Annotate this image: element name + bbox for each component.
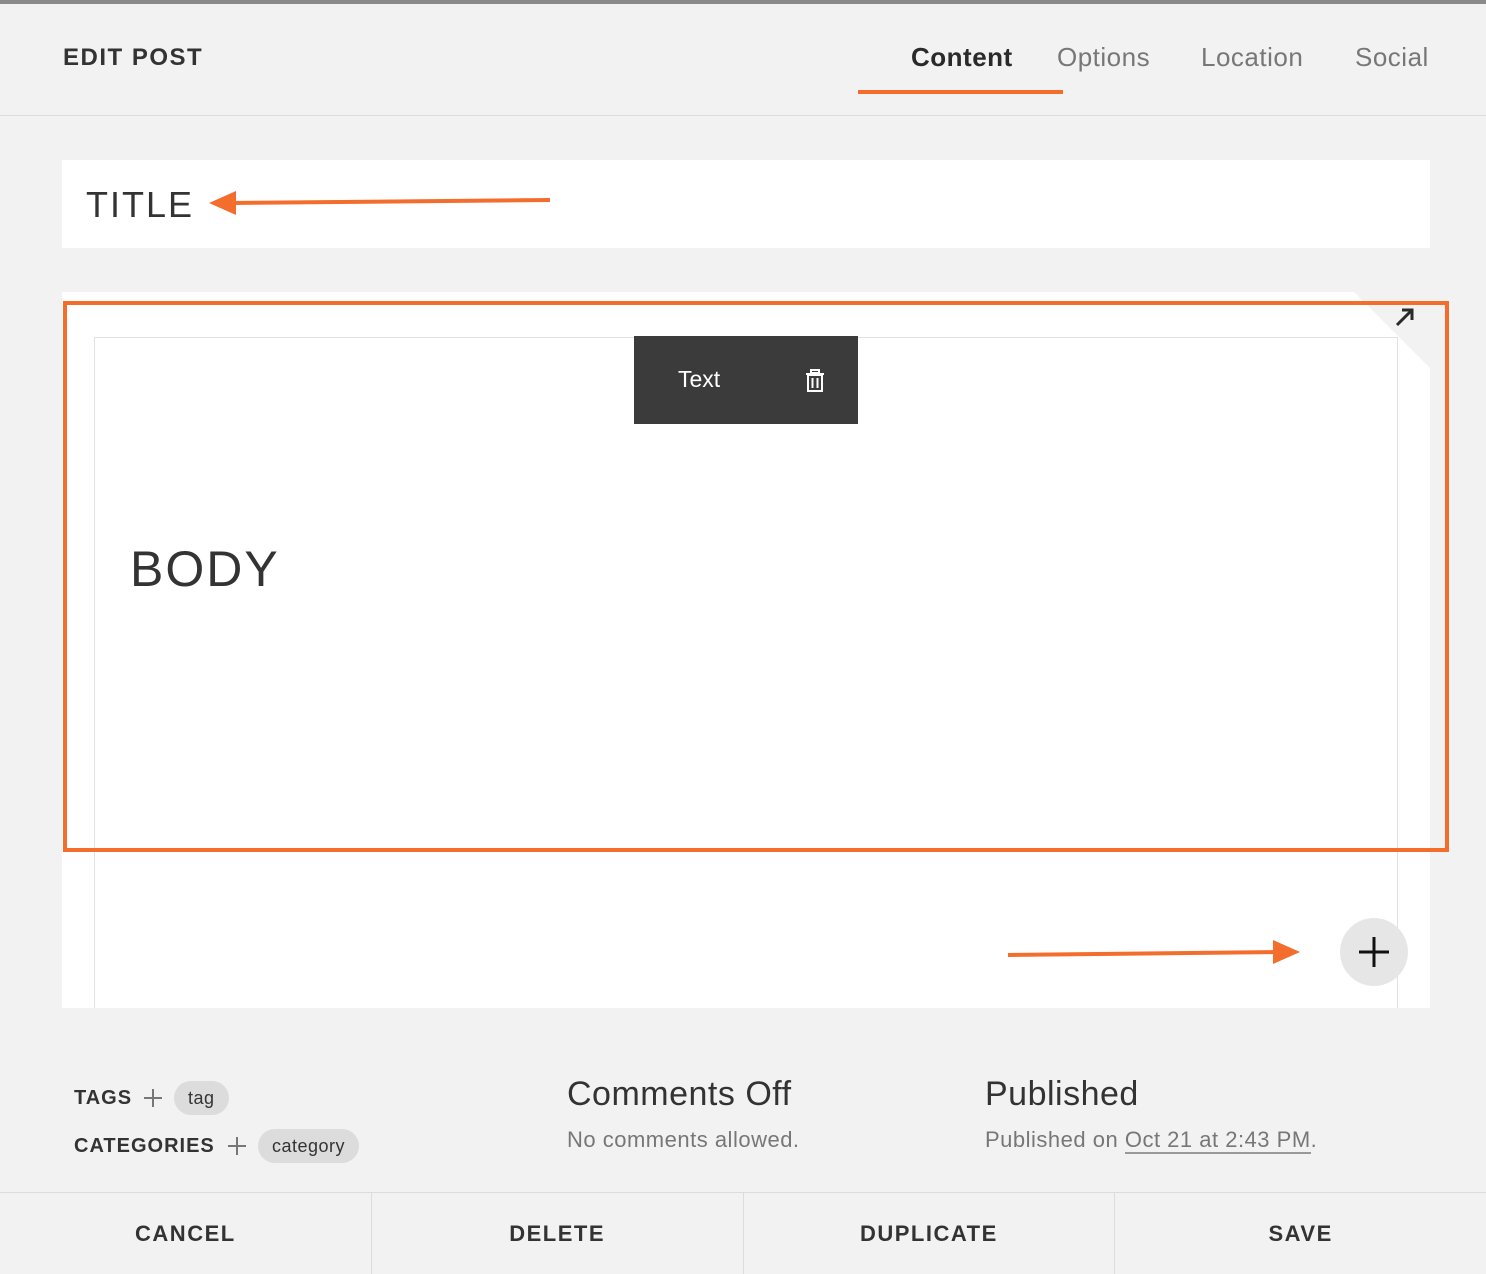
delete-button[interactable]: DELETE (372, 1193, 744, 1274)
publish-suffix: . (1310, 1127, 1318, 1152)
publish-status[interactable]: Published (985, 1075, 1139, 1114)
publish-date-link[interactable]: Oct 21 at 2:43 PM (1124, 1127, 1311, 1154)
save-button[interactable]: SAVE (1115, 1193, 1486, 1274)
tab-location[interactable]: Location (1201, 42, 1303, 73)
add-block-button[interactable] (1340, 918, 1408, 986)
publish-prefix: Published on (985, 1127, 1125, 1152)
category-pill[interactable]: category (258, 1129, 360, 1163)
publish-description: Published on Oct 21 at 2:43 PM. (985, 1127, 1318, 1154)
comments-status[interactable]: Comments Off (567, 1075, 792, 1114)
active-tab-indicator (858, 90, 1063, 94)
tab-options[interactable]: Options (1057, 42, 1150, 73)
comments-description: No comments allowed. (567, 1127, 800, 1152)
page-title: EDIT POST (63, 44, 204, 71)
title-field[interactable]: TITLE (62, 160, 1430, 248)
tags-label: TAGS (74, 1087, 133, 1109)
post-title[interactable]: TITLE (86, 184, 194, 226)
body-highlight-annotation (63, 301, 1449, 852)
plus-icon (1359, 937, 1389, 967)
header: EDIT POST Content Options Location Socia… (0, 4, 1486, 116)
cancel-button[interactable]: CANCEL (0, 1193, 372, 1274)
add-tag-icon[interactable] (142, 1087, 164, 1109)
footer-bar: CANCEL DELETE DUPLICATE SAVE (0, 1192, 1486, 1274)
tag-pill[interactable]: tag (174, 1081, 229, 1115)
add-category-icon[interactable] (226, 1135, 248, 1157)
duplicate-button[interactable]: DUPLICATE (744, 1193, 1116, 1274)
categories-label: CATEGORIES (74, 1135, 215, 1157)
expand-arrow-icon[interactable] (1394, 306, 1416, 328)
tab-content[interactable]: Content (911, 42, 1013, 73)
tab-social[interactable]: Social (1355, 42, 1429, 73)
